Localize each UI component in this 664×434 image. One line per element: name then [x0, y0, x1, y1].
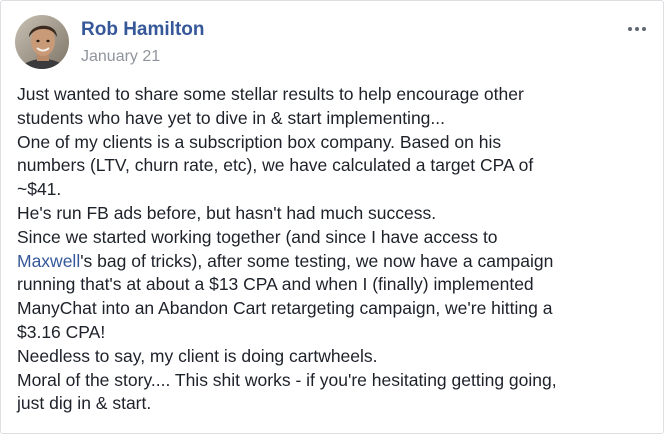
- post-line: $3.16 CPA!: [17, 321, 106, 342]
- post-line: Moral of the story.... This shit works -…: [17, 369, 557, 390]
- avatar-image: [15, 15, 69, 69]
- post-line: students who have yet to dive in & start…: [17, 107, 445, 128]
- post-line-mention: Maxwell's bag of tricks), after some tes…: [17, 250, 653, 274]
- post-line-text: 's bag of tricks), after some testing, w…: [80, 250, 554, 271]
- post-line: numbers (LTV, churn rate, etc), we have …: [17, 155, 534, 176]
- post-line: running that's at about a $13 CPA and wh…: [17, 274, 534, 295]
- post-timestamp[interactable]: January 21: [81, 47, 160, 67]
- post-line: He's run FB ads before, but hasn't had m…: [17, 202, 437, 223]
- mention-link[interactable]: Maxwell: [17, 251, 80, 271]
- post-line: just dig in & start.: [17, 393, 152, 414]
- avatar[interactable]: [15, 15, 69, 69]
- post-line: ~$41.: [17, 179, 62, 200]
- more-options-icon[interactable]: [625, 21, 649, 37]
- post-header: Rob Hamilton January 21: [15, 15, 649, 75]
- post-line: Just wanted to share some stellar result…: [17, 84, 524, 104]
- post-line: ManyChat into an Abandon Cart retargetin…: [17, 298, 553, 319]
- post-card: Rob Hamilton January 21 Just wanted to s…: [0, 0, 664, 434]
- post-body: Just wanted to share some stellar result…: [17, 83, 653, 416]
- post-line: Since we started working together (and s…: [17, 226, 498, 247]
- post-line: Needless to say, my client is doing cart…: [17, 345, 378, 366]
- post-line: One of my clients is a subscription box …: [17, 131, 502, 152]
- author-name[interactable]: Rob Hamilton: [81, 19, 205, 41]
